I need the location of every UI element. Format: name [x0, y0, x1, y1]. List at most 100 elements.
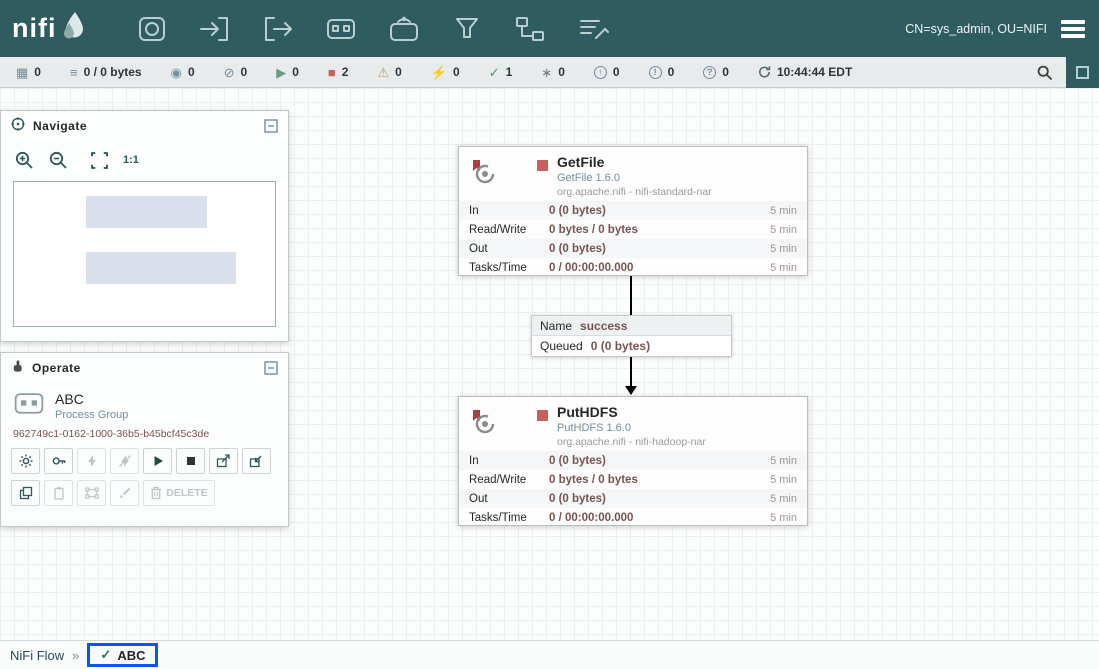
- arrow-up-circle-icon: ↑: [594, 66, 607, 79]
- selected-component-id: 962749c1-0162-1000-36b5-b45bcf45c3de: [1, 424, 288, 442]
- current-user-label: CN=sys_admin, OU=NIFI: [905, 22, 1047, 36]
- template-tool-icon[interactable]: [509, 8, 551, 50]
- zoom-out-button[interactable]: [49, 151, 68, 170]
- processor-tool-icon[interactable]: [131, 8, 173, 50]
- processor-getfile[interactable]: GetFile GetFile 1.6.0 org.apache.nifi - …: [458, 146, 808, 276]
- status-stale: ↑ 0: [594, 65, 620, 79]
- status-up-to-date: ✓ 1: [489, 65, 513, 79]
- square-icon: [1076, 66, 1089, 79]
- configure-button[interactable]: [11, 448, 40, 474]
- stat-row-tasks-time: Tasks/Time 0 / 00:00:00.000 5 min: [459, 508, 807, 527]
- zoom-fit-button[interactable]: [91, 152, 108, 169]
- search-icon[interactable]: [1037, 65, 1053, 86]
- global-menu-icon[interactable]: [1061, 17, 1085, 41]
- operate-actions-row-1: [1, 442, 288, 474]
- remote-process-group-tool-icon[interactable]: [383, 8, 425, 50]
- collapse-icon[interactable]: [264, 119, 278, 133]
- navigate-title: Navigate: [33, 119, 87, 133]
- navigate-controls: 1:1: [1, 141, 288, 179]
- stat-row-out: Out 0 (0 bytes) 5 min: [459, 489, 807, 508]
- exclamation-circle-icon: !: [649, 66, 662, 79]
- nifi-app: nifi: [0, 0, 1099, 669]
- birdseye-minimap[interactable]: [13, 181, 276, 327]
- status-refresh[interactable]: 10:44:44 EDT: [758, 65, 852, 80]
- stat-row-out: Out 0 (0 bytes) 5 min: [459, 239, 807, 258]
- zoom-in-button[interactable]: [15, 151, 34, 170]
- stop-button[interactable]: [176, 448, 205, 474]
- status-running: ▶ 0: [276, 65, 299, 79]
- group-button[interactable]: [77, 480, 106, 506]
- connection-line[interactable]: [630, 357, 632, 387]
- zoom-actual-size-button[interactable]: 1:1: [123, 154, 139, 166]
- warning-icon: ⚠: [377, 66, 389, 79]
- flow-canvas[interactable]: Navigate 1:1: [0, 88, 1099, 640]
- fill-color-button[interactable]: [110, 480, 139, 506]
- processor-bundle: org.apache.nifi - nifi-hadoop-nar: [557, 436, 706, 448]
- stopped-status-icon: [537, 410, 548, 421]
- list-icon: ≡: [70, 66, 78, 79]
- connection-arrowhead-icon: [625, 386, 637, 395]
- processor-icon: [467, 407, 499, 444]
- play-icon: ▶: [276, 66, 286, 79]
- input-port-tool-icon[interactable]: [194, 8, 236, 50]
- stat-row-tasks-time: Tasks/Time 0 / 00:00:00.000 5 min: [459, 258, 807, 277]
- stat-row-in: In 0 (0 bytes) 5 min: [459, 451, 807, 470]
- processor-header: PutHDFS PutHDFS 1.6.0 org.apache.nifi - …: [459, 397, 807, 451]
- asterisk-icon: ∗: [541, 66, 552, 79]
- output-port-tool-icon[interactable]: [257, 8, 299, 50]
- stat-row-read-write: Read/Write 0 bytes / 0 bytes 5 min: [459, 220, 807, 239]
- enable-button[interactable]: [77, 448, 106, 474]
- collapse-icon[interactable]: [264, 361, 278, 375]
- status-invalid: ⚠ 0: [377, 65, 401, 79]
- access-policies-button[interactable]: [44, 448, 73, 474]
- delete-button[interactable]: DELETE: [143, 480, 215, 506]
- droplet-icon: [61, 11, 85, 46]
- minimap-node: [86, 252, 236, 284]
- stat-row-in: In 0 (0 bytes) 5 min: [459, 201, 807, 220]
- paste-button[interactable]: [44, 480, 73, 506]
- start-button[interactable]: [143, 448, 172, 474]
- minimap-node: [86, 196, 207, 228]
- connection-name-row: Name success: [532, 316, 731, 336]
- copy-button[interactable]: [11, 480, 40, 506]
- trash-icon: [150, 486, 162, 500]
- breadcrumb-current[interactable]: ✓ ABC: [87, 643, 158, 667]
- processor-name: PutHDFS: [557, 404, 706, 420]
- chevron-separator: »: [72, 648, 79, 663]
- operate-panel-header: Operate: [1, 353, 288, 383]
- funnel-tool-icon[interactable]: [446, 8, 488, 50]
- breadcrumb-root-link[interactable]: NiFi Flow: [10, 648, 64, 663]
- stop-icon: ■: [328, 66, 336, 79]
- process-group-tool-icon[interactable]: [320, 8, 362, 50]
- disable-button[interactable]: [110, 448, 139, 474]
- create-template-button[interactable]: [242, 448, 271, 474]
- app-header: nifi: [0, 0, 1099, 57]
- check-icon: ✓: [489, 66, 500, 79]
- status-disabled: ⚡ 0: [431, 65, 460, 79]
- selected-component-type: Process Group: [55, 409, 128, 421]
- stat-row-read-write: Read/Write 0 bytes / 0 bytes 5 min: [459, 470, 807, 489]
- processor-puthdfs[interactable]: PutHDFS PutHDFS 1.6.0 org.apache.nifi - …: [458, 396, 808, 526]
- upload-template-button[interactable]: [209, 448, 238, 474]
- connection-line[interactable]: [630, 276, 632, 315]
- connection-label[interactable]: Name success Queued 0 (0 bytes): [531, 315, 732, 357]
- grid-icon: ▦: [16, 66, 28, 79]
- selected-component-name: ABC: [55, 391, 128, 407]
- processor-type-version: GetFile 1.6.0: [557, 172, 712, 184]
- component-toolbar: [131, 8, 614, 50]
- refresh-icon: [758, 65, 771, 80]
- panel-toggle-button[interactable]: [1066, 57, 1099, 88]
- status-active-threads: ▦ 0: [16, 65, 41, 79]
- processor-bundle: org.apache.nifi - nifi-standard-nar: [557, 186, 712, 198]
- navigate-icon: [11, 117, 25, 136]
- navigate-panel: Navigate 1:1: [0, 110, 289, 342]
- stopped-status-icon: [537, 160, 548, 171]
- label-tool-icon[interactable]: [572, 8, 614, 50]
- nifi-logo-text: nifi: [12, 13, 57, 44]
- hand-icon: [11, 359, 24, 378]
- bolt-icon: ⚡: [431, 66, 447, 79]
- processor-name: GetFile: [557, 154, 712, 170]
- status-not-transmitting: ⊘ 0: [224, 65, 248, 79]
- status-transmitting: ◉ 0: [171, 65, 195, 79]
- processor-header: GetFile GetFile 1.6.0 org.apache.nifi - …: [459, 147, 807, 201]
